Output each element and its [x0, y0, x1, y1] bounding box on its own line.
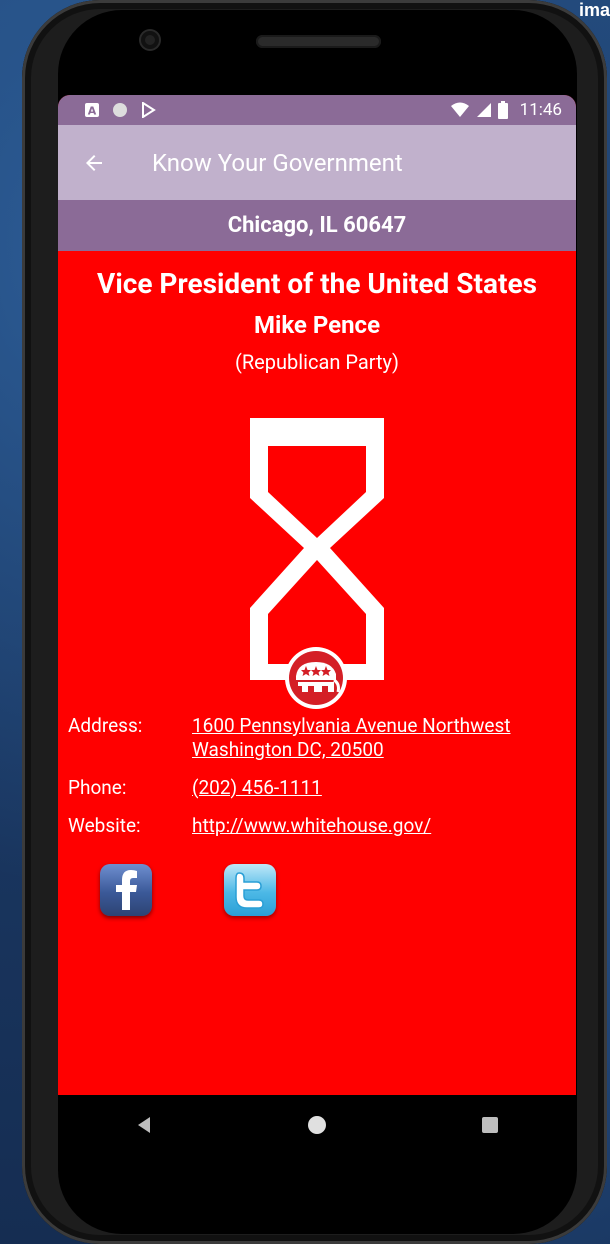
app-screen: A 11:46 Know Your Government Chicago, IL… [58, 95, 576, 1095]
website-link[interactable]: http://www.whitehouse.gov/ [192, 814, 431, 838]
address-line2[interactable]: Washington DC, 20500 [192, 738, 511, 762]
nav-back-icon [138, 1117, 151, 1133]
front-camera [141, 31, 159, 49]
contact-details: Address: 1600 Pennsylvania Avenue Northw… [58, 714, 576, 838]
facebook-button[interactable] [100, 864, 152, 916]
back-button[interactable] [74, 143, 114, 183]
status-bar: A 11:46 [58, 95, 576, 125]
phone-label: Phone: [68, 776, 127, 799]
system-nav-bar [58, 1094, 576, 1156]
nav-home-icon [307, 1116, 326, 1134]
address-line1[interactable]: 1600 Pennsylvania Avenue Northwest [192, 714, 511, 738]
wifi-icon [450, 102, 469, 117]
notification-a-icon: A [85, 103, 99, 118]
official-name: Mike Pence [253, 311, 381, 339]
location-bar: Chicago, IL 60647 [58, 200, 576, 251]
facebook-icon [116, 870, 137, 910]
app-bar: Know Your Government [58, 125, 576, 200]
play-store-icon [142, 102, 156, 118]
battery-icon [497, 101, 508, 119]
address-label: Address: [68, 714, 143, 737]
nav-home-button[interactable] [297, 1105, 337, 1145]
signal-icon [476, 103, 491, 117]
location-text: Chicago, IL 60647 [227, 213, 407, 238]
website-row: Website: http://www.whitehouse.gov/ [68, 814, 576, 838]
earpiece-speaker [256, 35, 381, 48]
official-photo[interactable] [250, 418, 384, 709]
nav-recents-button[interactable] [470, 1105, 510, 1145]
back-arrow-icon [86, 154, 102, 171]
backdrop-text: ima [578, 0, 610, 20]
svg-text:A: A [88, 105, 97, 118]
official-party: (Republican Party) [235, 350, 399, 374]
address-link[interactable]: 1600 Pennsylvania Avenue Northwest Washi… [192, 714, 511, 762]
app-title: Know Your Government [152, 148, 403, 177]
status-time: 11:46 [519, 100, 562, 120]
phone-row: Phone: (202) 456-1111 [68, 776, 576, 800]
twitter-icon [235, 872, 264, 909]
office-title: Vice President of the United States [97, 267, 537, 300]
nav-recents-icon [481, 1117, 498, 1133]
nav-back-button[interactable] [124, 1105, 164, 1145]
phone-link[interactable]: (202) 456-1111 [192, 776, 322, 800]
social-links [100, 864, 576, 916]
address-row: Address: 1600 Pennsylvania Avenue Northw… [68, 714, 576, 762]
notification-circle-icon [113, 103, 127, 117]
republican-elephant-icon [285, 647, 347, 709]
website-label: Website: [68, 814, 141, 837]
twitter-button[interactable] [224, 864, 276, 916]
